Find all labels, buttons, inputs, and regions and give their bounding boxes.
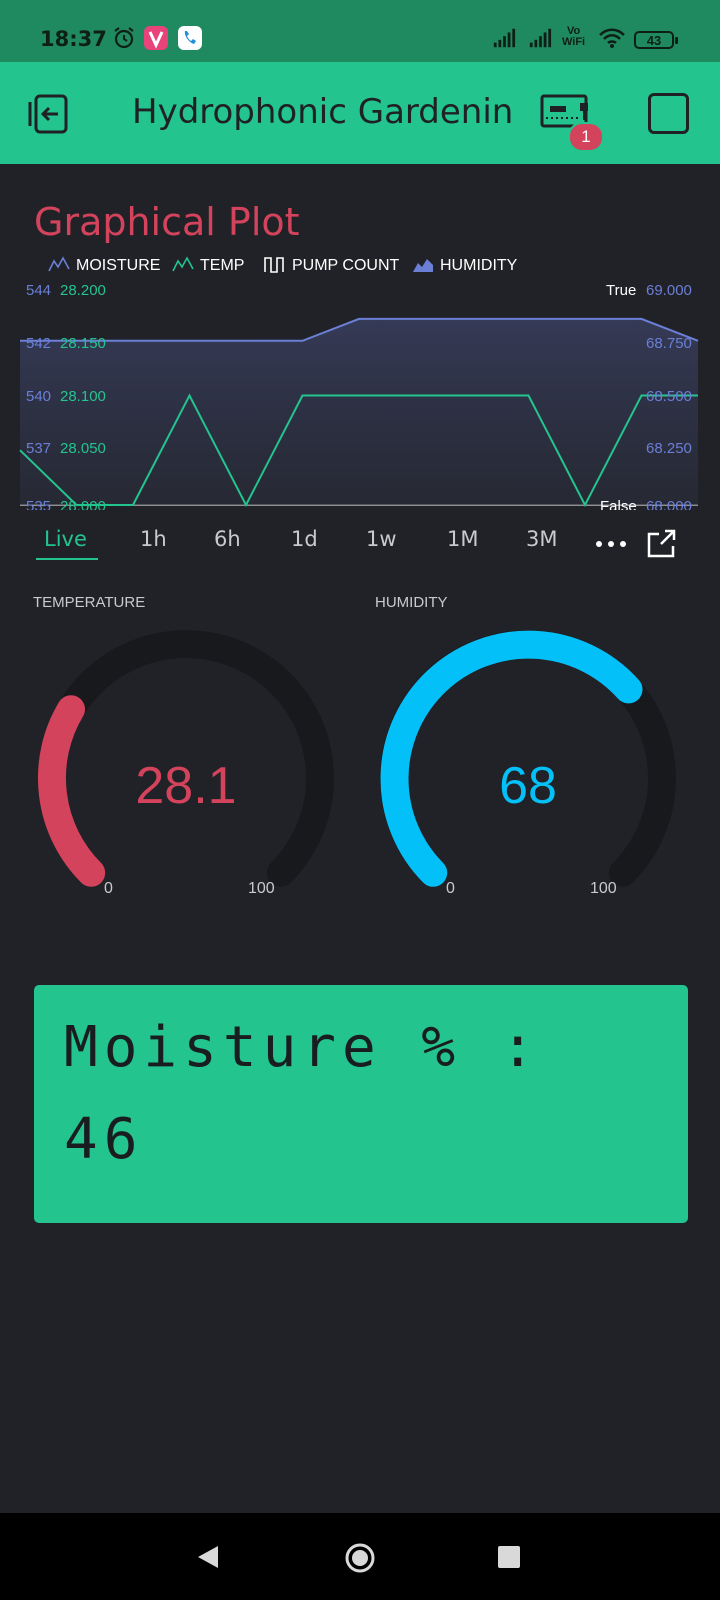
- nav-back-icon[interactable]: [196, 1544, 220, 1570]
- time-range-bar: Live 1h 6h 1d 1w 1M 3M: [0, 515, 720, 565]
- wifi-icon: [599, 28, 625, 48]
- vowifi-indicator: Vo WiFi: [562, 26, 585, 48]
- line-chart-icon: [172, 256, 194, 272]
- plot-canvas[interactable]: 544 542 540 537 535 28.200 28.150 28.100…: [0, 280, 720, 510]
- app-title: Hydrophonic Gardenin: [132, 92, 514, 132]
- y-tick-moisture: 537: [26, 440, 51, 457]
- range-1m[interactable]: 1M: [447, 527, 478, 551]
- y-tick-moisture: 540: [26, 388, 51, 405]
- vowifi-bottom-label: WiFi: [562, 36, 586, 48]
- y-tick-temp: 28.150: [60, 335, 106, 352]
- legend-item-moisture[interactable]: MOISTURE: [48, 255, 160, 275]
- legend-label-pump-count: PUMP COUNT: [292, 257, 400, 274]
- y-tick-moisture: 542: [26, 335, 51, 352]
- square-icon[interactable]: [648, 93, 689, 134]
- humidity-area: [20, 318, 698, 505]
- active-range-indicator: [36, 558, 98, 560]
- y-tick-humidity: 69.000: [646, 282, 692, 299]
- y-tick-temp: 28.000: [60, 498, 106, 510]
- range-3m[interactable]: 3M: [526, 527, 557, 551]
- signal-icon: [529, 28, 552, 48]
- y-tick-pump: True: [606, 282, 636, 299]
- notification-badge: 1: [568, 122, 604, 152]
- y-tick-temp: 28.200: [60, 282, 106, 299]
- gauge-min-humidity: 0: [446, 880, 455, 897]
- range-6h[interactable]: 6h: [214, 527, 241, 551]
- y-tick-moisture: 535: [26, 498, 51, 510]
- y-tick-humidity: 68.500: [646, 388, 692, 405]
- range-1w[interactable]: 1w: [366, 527, 397, 551]
- step-chart-icon: [264, 257, 284, 273]
- legend-label-temp: TEMP: [200, 257, 245, 274]
- gauge-max-temperature: 100: [248, 880, 275, 897]
- signal-icon: [493, 28, 516, 48]
- plot-title: Graphical Plot: [34, 200, 300, 244]
- lcd-line-2: 46: [64, 1107, 144, 1172]
- app-notification-icon: [144, 26, 168, 50]
- exit-icon[interactable]: [26, 92, 74, 136]
- status-time: 18:37: [40, 27, 107, 51]
- range-1h[interactable]: 1h: [140, 527, 167, 551]
- humidity-value: 68: [499, 757, 557, 815]
- y-tick-temp: 28.100: [60, 388, 106, 405]
- line-chart-icon: [48, 256, 70, 272]
- legend-label-humidity: HUMIDITY: [440, 257, 518, 274]
- more-icon[interactable]: [594, 539, 628, 549]
- range-1d[interactable]: 1d: [291, 527, 318, 551]
- legend-item-pump-count[interactable]: PUMP COUNT: [264, 255, 399, 275]
- phone-icon: [178, 26, 202, 50]
- y-tick-temp: 28.050: [60, 440, 106, 457]
- app-bar: Hydrophonic Gardenin: [0, 62, 720, 164]
- battery-indicator: 43: [634, 31, 678, 49]
- y-tick-humidity: 68.250: [646, 440, 692, 457]
- system-nav-bar: [0, 1513, 720, 1600]
- y-tick-humidity: 68.750: [646, 335, 692, 352]
- gauge-title-temperature: TEMPERATURE: [33, 594, 146, 611]
- temperature-value: 28.1: [135, 757, 237, 815]
- gauge-max-humidity: 100: [590, 880, 617, 897]
- expand-icon[interactable]: [646, 529, 678, 559]
- range-live[interactable]: Live: [44, 527, 87, 551]
- nav-recents-icon[interactable]: [498, 1546, 520, 1568]
- y-tick-moisture: 544: [26, 282, 51, 299]
- lcd-line-1: Moisture % :: [64, 1015, 541, 1080]
- legend-label-moisture: MOISTURE: [76, 257, 161, 274]
- status-bar: 18:37 Vo WiFi 43: [0, 0, 720, 62]
- nav-home-icon[interactable]: [344, 1542, 376, 1574]
- y-tick-humidity: 68.000: [646, 498, 692, 510]
- gauge-title-humidity: HUMIDITY: [375, 594, 448, 611]
- gauge-min-temperature: 0: [104, 880, 113, 897]
- y-tick-pump: False: [600, 498, 637, 510]
- area-chart-icon: [413, 259, 433, 272]
- legend-item-humidity[interactable]: HUMIDITY: [412, 255, 517, 275]
- legend-item-temp[interactable]: TEMP: [172, 255, 244, 275]
- alarm-icon: [114, 27, 134, 49]
- lcd-display: Moisture % : 46: [34, 985, 688, 1223]
